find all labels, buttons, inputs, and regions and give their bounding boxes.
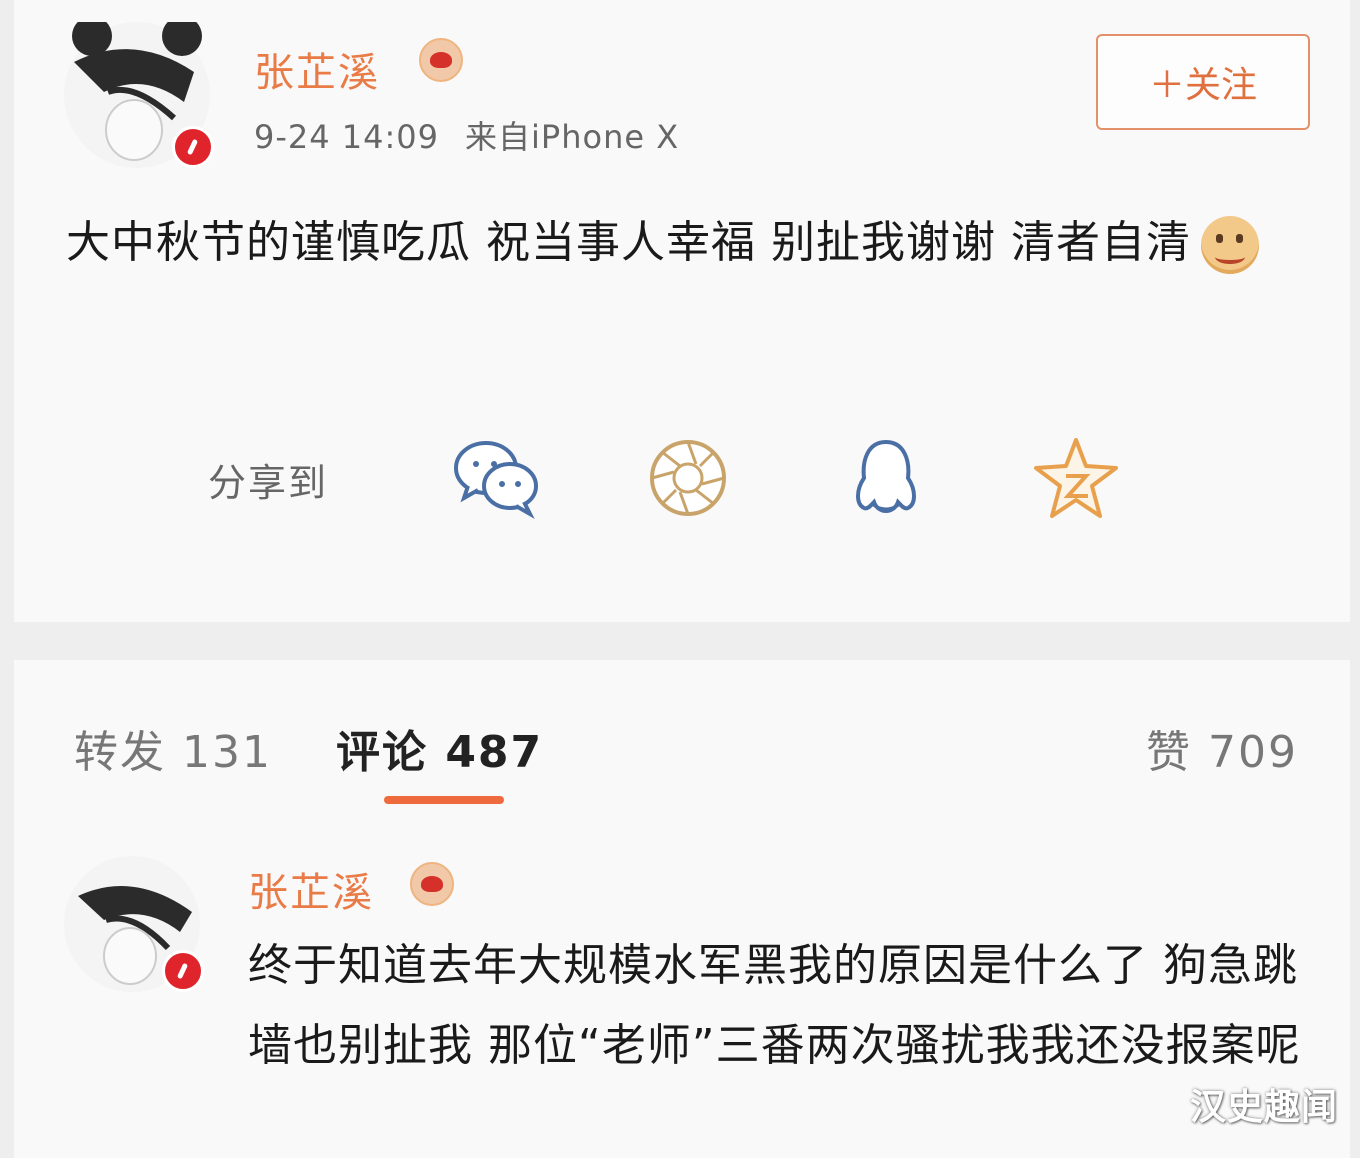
comment-username[interactable]: 张芷溪 <box>248 860 374 918</box>
active-tab-indicator <box>384 796 504 804</box>
comment-avatar[interactable] <box>64 856 204 992</box>
post-meta: 9-24 14:09 来自iPhone X <box>254 112 679 158</box>
vip-badge-icon <box>410 862 454 906</box>
watermark: 汉史趣闻 <box>1189 1087 1338 1128</box>
tab-comments[interactable]: 评论 487 <box>336 716 543 780</box>
comment-card: 转发 131 评论 487 赞 709 张芷溪 终于知道去年大规模水军黑我的原因… <box>14 660 1350 1158</box>
qzone-share-icon[interactable] <box>1028 434 1124 524</box>
post-card: 张芷溪 9-24 14:09 来自iPhone X ＋关注 大中秋节的谨慎吃瓜 祝… <box>14 0 1350 622</box>
vip-badge-icon <box>419 38 463 82</box>
comment-text: 终于知道去年大规模水军黑我的原因是什么了 狗急跳墙也别扯我 那位“老师”三番两次… <box>248 940 1301 1071</box>
tab-likes[interactable]: 赞 709 <box>1146 716 1298 780</box>
verified-badge-icon <box>162 950 204 992</box>
grin-emoji-icon <box>1200 216 1259 274</box>
post-username[interactable]: 张芷溪 <box>254 40 380 98</box>
post-avatar[interactable] <box>64 22 214 168</box>
post-text: 大中秋节的谨慎吃瓜 祝当事人幸福 别扯我谢谢 清者自清 <box>66 217 1191 268</box>
post-timestamp: 9-24 14:09 <box>254 118 440 156</box>
follow-button[interactable]: ＋关注 <box>1096 34 1310 130</box>
share-label: 分享到 <box>208 461 329 505</box>
qq-share-icon[interactable] <box>838 434 934 524</box>
verified-badge-icon <box>172 126 214 168</box>
moments-share-icon[interactable] <box>640 434 736 524</box>
post-source: 来自iPhone X <box>465 118 680 156</box>
wechat-share-icon[interactable] <box>450 434 546 524</box>
post-content: 大中秋节的谨慎吃瓜 祝当事人幸福 别扯我谢谢 清者自清 <box>66 206 1306 280</box>
tab-repost[interactable]: 转发 131 <box>74 716 272 780</box>
tab-bar: 转发 131 评论 487 赞 709 <box>14 700 1350 810</box>
